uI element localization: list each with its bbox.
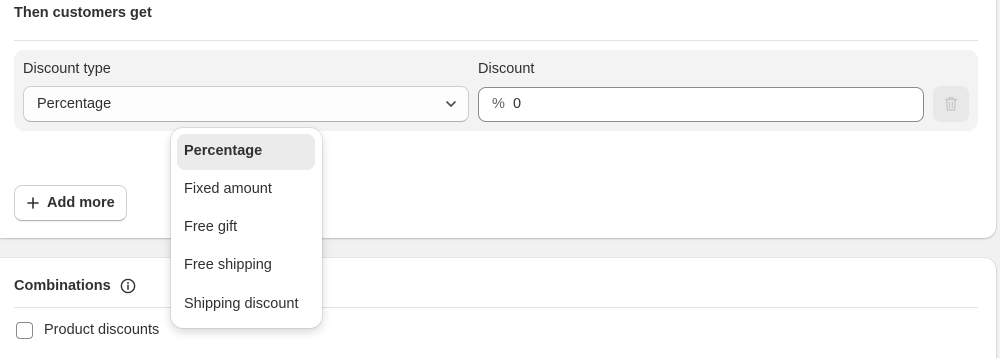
section-title: Then customers get bbox=[14, 5, 152, 21]
add-more-button[interactable]: Add more bbox=[14, 185, 127, 221]
discount-value: 0 bbox=[513, 96, 522, 112]
combinations-title: Combinations bbox=[14, 278, 111, 294]
dropdown-option-shipping-discount[interactable]: Shipping discount bbox=[177, 287, 315, 323]
product-discounts-checkbox[interactable] bbox=[16, 322, 33, 339]
plus-icon bbox=[27, 197, 39, 209]
percent-prefix: % bbox=[492, 96, 505, 112]
combinations-card: Combinations Product discounts bbox=[0, 258, 996, 358]
dropdown-option-percentage[interactable]: Percentage bbox=[177, 134, 315, 170]
product-discounts-label: Product discounts bbox=[44, 322, 160, 338]
chevron-down-icon bbox=[446, 101, 456, 107]
discount-type-label: Discount type bbox=[23, 61, 111, 77]
dropdown-option-fixed-amount[interactable]: Fixed amount bbox=[177, 172, 315, 208]
add-more-label: Add more bbox=[47, 195, 115, 211]
discount-label: Discount bbox=[478, 61, 535, 77]
delete-rule-button[interactable] bbox=[933, 86, 969, 122]
section-divider bbox=[14, 40, 978, 41]
dropdown-option-free-shipping[interactable]: Free shipping bbox=[177, 248, 315, 284]
combinations-divider bbox=[14, 307, 978, 308]
discount-type-selected-value: Percentage bbox=[37, 96, 112, 112]
discount-type-dropdown: Percentage Fixed amount Free gift Free s… bbox=[171, 128, 322, 328]
dropdown-option-free-gift[interactable]: Free gift bbox=[177, 210, 315, 246]
discount-value-input[interactable]: % 0 bbox=[478, 87, 924, 122]
discount-type-select[interactable]: Percentage bbox=[23, 86, 469, 122]
info-icon[interactable] bbox=[120, 278, 136, 294]
trash-icon bbox=[944, 97, 958, 111]
